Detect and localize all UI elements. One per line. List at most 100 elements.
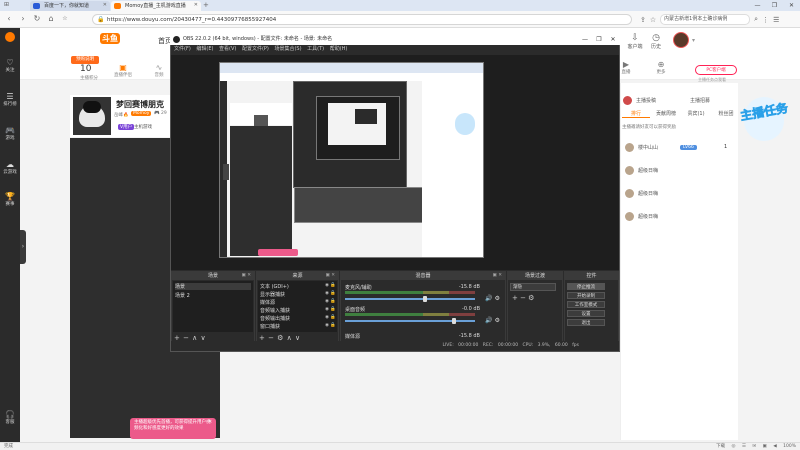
list-item[interactable]: 超级日嗨 [625,166,658,175]
streamer-category[interactable]: 主机游戏 [134,124,152,130]
avatar-dropdown-icon[interactable]: ▾ [692,37,695,44]
tab-close-icon[interactable]: ✕ [103,2,107,8]
eye-lock-icon[interactable]: ◉ 🔒 [325,299,336,304]
list-item[interactable]: 楼中山山 [625,143,658,152]
site-logo[interactable]: 斗鱼 [100,33,120,47]
volume-slider[interactable] [345,298,475,300]
avatar [625,166,634,175]
tab-rank[interactable]: 排行 [622,110,650,118]
close-button[interactable]: ✕ [783,0,800,11]
stop-streaming-button[interactable]: 停止推流 [567,283,605,290]
eye-lock-icon[interactable]: ◉ 🔒 [325,283,336,288]
menu-scene-collection[interactable]: 场景集合(S) [274,46,301,52]
eye-lock-icon[interactable]: ◉ 🔒 [325,315,336,320]
nav-item-1[interactable]: ☰ 排行榜 [0,92,20,107]
maximize-button[interactable]: ❐ [766,0,783,11]
right-panel-label[interactable]: 主播招募 [690,97,710,104]
forward-icon[interactable]: › [18,14,28,24]
source-item[interactable]: 显示器捕获 ◉ 🔒 [260,291,338,298]
mute-gear-icon[interactable]: 🔊 ⚙ [485,295,500,302]
dock-controls-icon[interactable]: ▣ ✕ [493,272,502,280]
tab-close-icon[interactable]: ✕ [194,2,198,8]
pc-client-button[interactable]: PC客户端 [695,65,737,75]
header-mini-audio[interactable]: ∿ 音频 [148,63,170,78]
transition-select[interactable]: 渐隐 [510,283,556,291]
header-mini-live[interactable]: ▣ 直播伴侣 [112,63,134,78]
nav-item-3[interactable]: ☁ 云游戏 [0,160,20,175]
tab-fans[interactable]: 粉丝团 [712,110,740,117]
mute-gear-icon[interactable]: 🔊 ⚙ [485,317,500,324]
address-bar[interactable]: 🔒 https://www.douyu.com/20430477_r=0.443… [92,14,632,25]
obs-close-button[interactable]: ✕ [606,34,620,45]
menu-edit[interactable]: 编辑(E) [196,46,213,52]
exit-button[interactable]: 退出 [567,319,605,326]
task-promo-icon[interactable]: 主播任务 [739,95,789,145]
source-label: 显示器捕获 [260,292,286,298]
source-item[interactable]: 窗口捕获 ◉ 🔒 [260,323,338,330]
right-nav-more[interactable]: ⊕ 更多 [648,60,674,75]
eye-lock-icon[interactable]: ◉ 🔒 [325,291,336,296]
promo-close-icon[interactable]: ✕ [208,419,212,425]
eye-lock-icon[interactable]: ◉ 🔒 [325,307,336,312]
dock-title: 控件 [586,273,597,279]
list-item[interactable]: 超级日嗨 [625,189,658,198]
source-item[interactable]: 媒体源 ◉ 🔒 [260,299,338,306]
source-item[interactable]: 音频输入捕获 ◉ 🔒 [260,307,338,314]
menu-help[interactable]: 帮助(H) [330,46,348,52]
scene-item[interactable]: 场景 [175,283,251,290]
dock-controls-icon[interactable]: ▣ ✕ [242,272,251,280]
bookmark-icon[interactable]: ☆ [60,14,70,24]
eye-lock-icon[interactable]: ◉ 🔒 [325,323,336,328]
star-icon[interactable]: ☆ [650,16,656,24]
obs-minimize-button[interactable]: — [578,34,592,45]
tab-vip[interactable]: 贵宾(1) [682,110,710,117]
share-icon[interactable]: ⇪ [640,16,646,24]
right-panel-label[interactable]: 主播投稿 [636,97,656,104]
menu-tools[interactable]: 工具(T) [307,46,324,52]
settings-button[interactable]: 设置 [567,310,605,317]
scene-item[interactable]: 场景 2 [175,292,251,299]
browser-statusbar: 完成 下载 ◎ ☰ ✉ ▣ ◀ 100% [0,442,800,450]
back-icon[interactable]: ‹ [4,14,14,24]
nav-item-5[interactable]: 🎧 客服 [0,410,20,425]
home-icon[interactable]: ⌂ [46,14,56,24]
tab-weekly[interactable]: 贡献周榜 [652,110,680,117]
list-item[interactable]: 超级日嗨 [625,212,658,221]
user-avatar[interactable] [673,32,689,48]
browser-tab-baidu[interactable]: 百度一下，你就知道 ✕ [30,1,110,11]
preview-scroll-handle[interactable] [223,164,229,180]
collapse-nav-button[interactable]: › [20,230,26,264]
promo-notice[interactable]: 主播超级优先首播，可获得提升用户视频化和好感度更好的效果 [130,418,216,439]
menu-view[interactable]: 查看(V) [219,46,236,52]
search-icon[interactable]: ⌕ [754,15,758,24]
volume-slider-knob[interactable] [423,296,428,302]
streamer-avatar[interactable] [73,97,111,135]
reload-icon[interactable]: ↻ [32,14,42,24]
source-item[interactable]: 文本 (GDI+) ◉ 🔒 [260,283,338,290]
hot-search-field[interactable]: 内蒙古新增1例本土确诊病例 [660,14,751,25]
source-item[interactable]: 音频输出捕获 ◉ 🔒 [260,315,338,322]
streamer-name[interactable]: 梦回赛博朋克 [116,99,164,110]
obs-title-text: OBS 22.0.2 (64 bit, windows) - 配置文件: 未命名… [183,36,333,42]
menu-profile[interactable]: 配置文件(P) [242,46,269,52]
menu-file[interactable]: 文件(F) [174,46,191,52]
nav-item-4[interactable]: 🏆 赛事 [0,192,20,207]
studio-mode-button[interactable]: 工作室模式 [567,301,605,308]
obs-maximize-button[interactable]: ❐ [592,34,606,45]
nav-item-2[interactable]: 🎮 游戏 [0,126,20,141]
volume-slider-knob[interactable] [452,318,457,324]
extensions-icon[interactable]: ⋮ [762,16,769,24]
browser-tab-douyu[interactable]: Momoy直播_主机游戏直播 ✕ [111,1,201,11]
browser-menu-icon[interactable]: ⊞ [4,1,9,8]
dock-controls-icon[interactable]: ▣ ✕ [326,272,335,280]
status-tools[interactable]: 下载 ◎ ☰ ✉ ▣ ◀ 100% [716,443,796,450]
user-name: 超级日嗨 [638,191,659,197]
tab-title: Momoy直播_主机游戏直播 [125,3,186,9]
new-tab-button[interactable]: + [203,1,209,9]
header-history[interactable]: ◷ 历史 [643,33,669,50]
menu-icon[interactable]: ☰ [773,16,779,24]
start-recording-button[interactable]: 开始录制 [567,292,605,299]
transitions-toolbar[interactable]: + − ⚙ [512,294,534,302]
minimize-button[interactable]: — [749,0,766,11]
nav-item-0[interactable]: ♡ 关注 [0,58,20,73]
